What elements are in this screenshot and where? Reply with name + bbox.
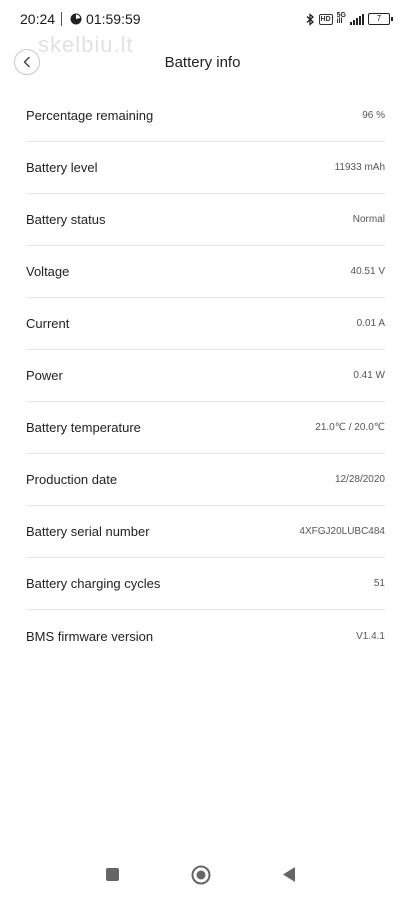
header: Battery info bbox=[0, 46, 405, 82]
signal-icon bbox=[350, 13, 364, 25]
status-time: 20:24 bbox=[20, 11, 56, 27]
row-value: 11933 mAh bbox=[334, 162, 385, 173]
row-label: Current bbox=[26, 316, 70, 331]
row-bms-firmware-version: BMS firmware version V1.4.1 bbox=[26, 610, 385, 662]
row-voltage: Voltage 40.51 V bbox=[26, 246, 385, 298]
row-label: Battery charging cycles bbox=[26, 576, 161, 591]
row-label: Battery temperature bbox=[26, 420, 141, 435]
page-title: Battery info bbox=[164, 54, 241, 71]
row-label: Voltage bbox=[26, 264, 70, 279]
status-timer: 01:59:59 bbox=[86, 11, 141, 27]
status-right: HD 5G ill 7 bbox=[306, 12, 393, 26]
row-percentage-remaining: Percentage remaining 96 % bbox=[26, 90, 385, 142]
row-battery-charging-cycles: Battery charging cycles 51 bbox=[26, 558, 385, 610]
row-battery-serial-number: Battery serial number 4XFGJ20LUBC484 bbox=[26, 506, 385, 558]
home-circle-icon[interactable] bbox=[191, 865, 211, 885]
row-current: Current 0.01 A bbox=[26, 298, 385, 350]
stopwatch-icon bbox=[70, 13, 82, 25]
battery-icon: 7 bbox=[368, 13, 393, 25]
row-value: 0.41 W bbox=[353, 370, 385, 381]
recent-apps-square-icon[interactable] bbox=[106, 868, 119, 881]
row-label: Battery level bbox=[26, 160, 98, 175]
row-label: Battery status bbox=[26, 212, 106, 227]
row-battery-status: Battery status Normal bbox=[26, 194, 385, 246]
row-battery-temperature: Battery temperature 21.0℃ / 20.0℃ bbox=[26, 402, 385, 454]
row-label: Percentage remaining bbox=[26, 108, 154, 123]
system-nav-bar bbox=[0, 850, 405, 900]
row-label: Battery serial number bbox=[26, 524, 150, 539]
network-type: 5G ill bbox=[336, 12, 346, 25]
row-production-date: Production date 12/28/2020 bbox=[26, 454, 385, 506]
row-value: 96 % bbox=[362, 110, 385, 121]
volte-badge: HD bbox=[318, 13, 333, 25]
row-value: 0.01 A bbox=[356, 318, 385, 329]
row-value: V1.4.1 bbox=[356, 630, 385, 642]
back-triangle-icon[interactable] bbox=[282, 866, 296, 883]
status-left: 20:24 01:59:59 bbox=[20, 11, 141, 27]
battery-level: 7 bbox=[368, 13, 390, 25]
battery-info-list: Percentage remaining 96 % Battery level … bbox=[26, 90, 385, 662]
row-label: Production date bbox=[26, 472, 118, 487]
row-value: 21.0℃ / 20.0℃ bbox=[315, 422, 385, 433]
row-value: 40.51 V bbox=[350, 266, 385, 277]
row-value: 12/28/2020 bbox=[334, 474, 385, 485]
bluetooth-icon bbox=[306, 12, 314, 26]
row-power: Power 0.41 W bbox=[26, 350, 385, 402]
row-value: 51 bbox=[373, 578, 385, 589]
status-bar: 20:24 01:59:59 HD 5G ill 7 bbox=[0, 0, 405, 38]
network-type-bottom: ill bbox=[336, 18, 343, 25]
status-separator bbox=[61, 12, 63, 26]
row-value: Normal bbox=[352, 214, 385, 225]
row-value: 4XFGJ20LUBC484 bbox=[299, 526, 385, 537]
battery-tip bbox=[391, 17, 393, 21]
row-label: BMS firmware version bbox=[26, 628, 154, 644]
row-battery-level: Battery level 11933 mAh bbox=[26, 142, 385, 194]
row-label: Power bbox=[26, 368, 63, 383]
